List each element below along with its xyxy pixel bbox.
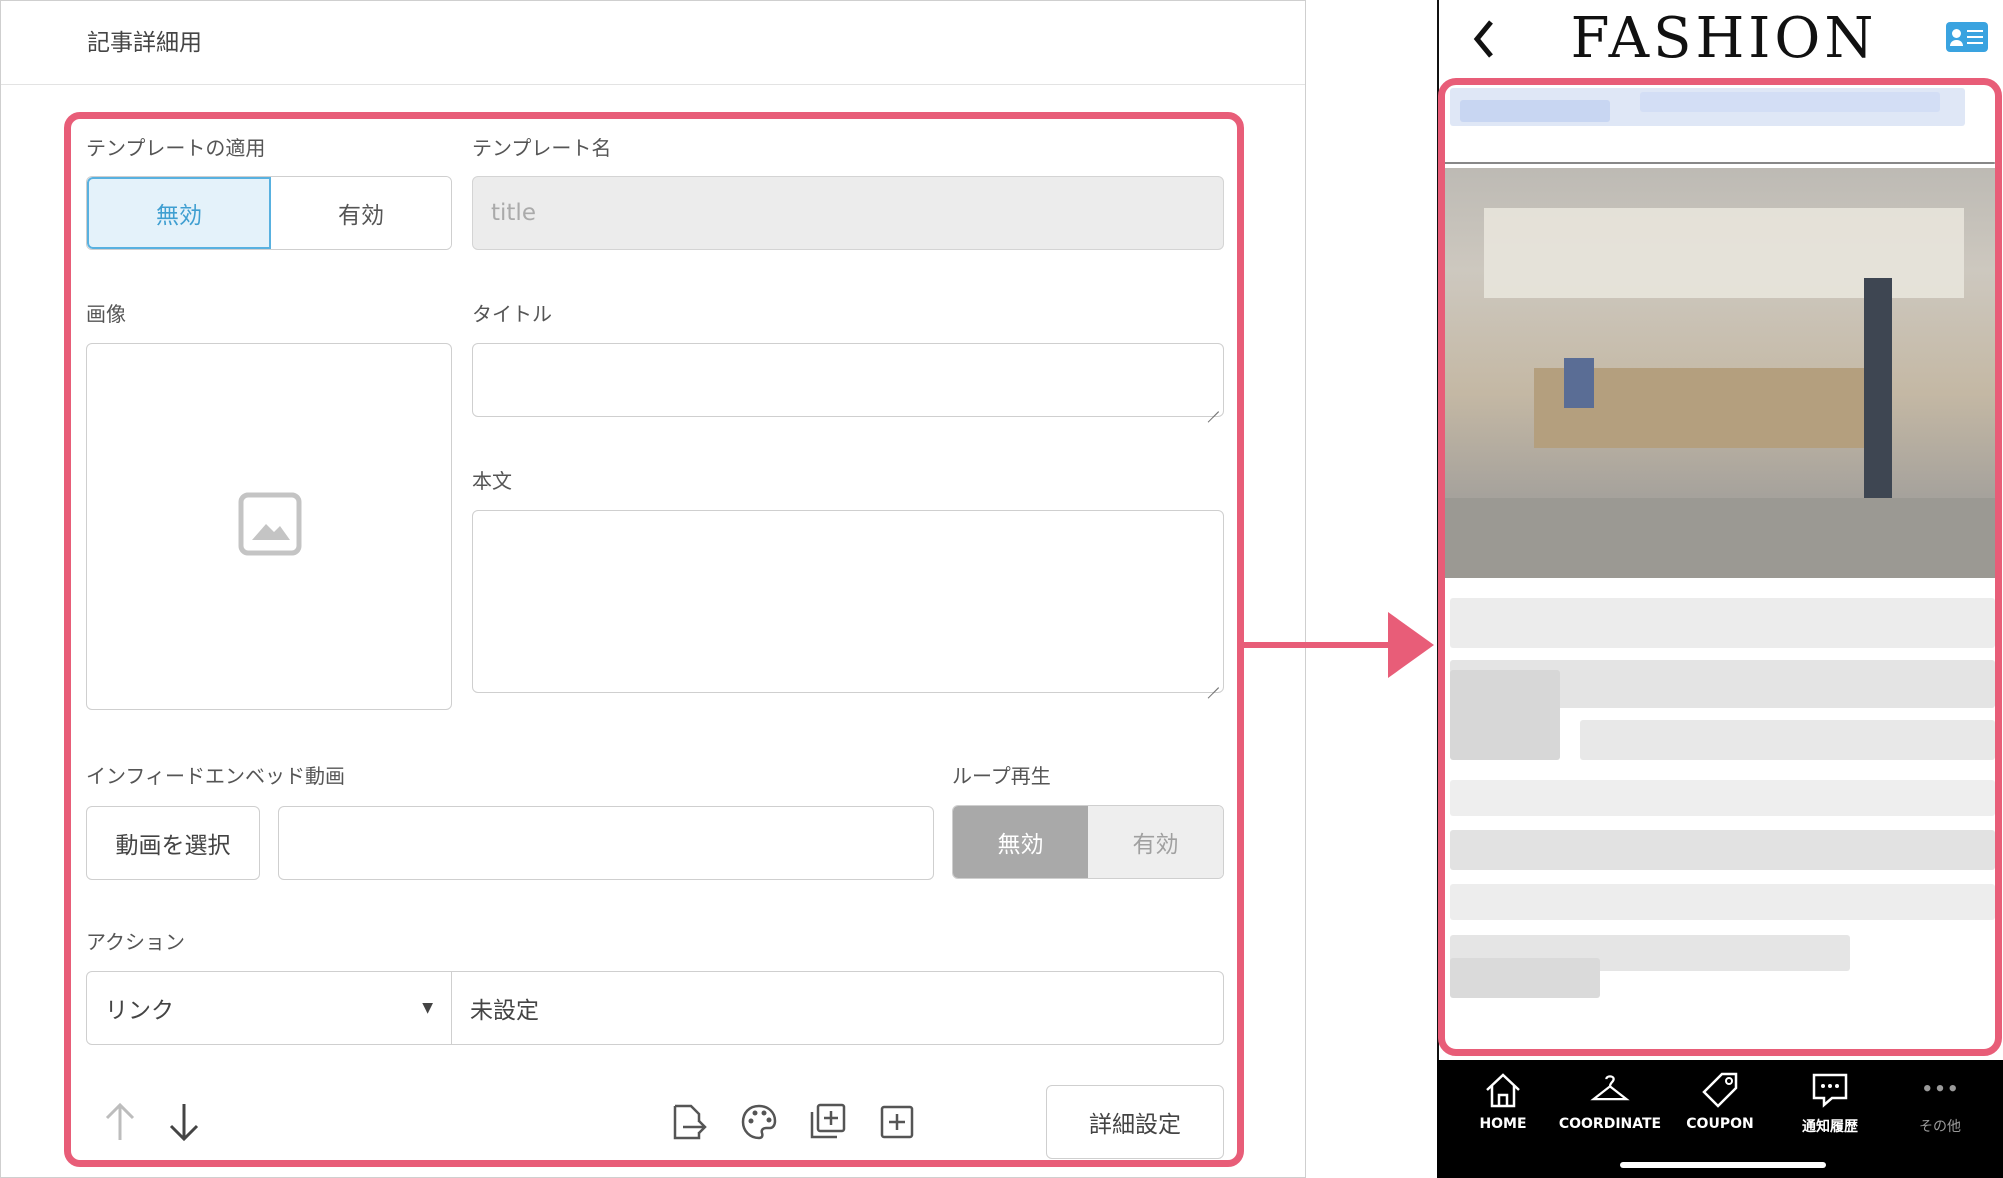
- action-field: リンク ▼ 未設定: [86, 971, 1224, 1045]
- editor-title: 記事詳細用: [87, 30, 202, 56]
- brand-logo: FASHION: [1570, 6, 1878, 71]
- loop-toggle: 無効 有効: [952, 805, 1224, 879]
- select-video-button[interactable]: 動画を選択: [86, 806, 260, 880]
- duplicate-icon[interactable]: [807, 1102, 847, 1142]
- template-apply-toggle: 無効 有効: [86, 176, 452, 250]
- action-type-value: リンク: [105, 998, 174, 1024]
- tab-coupon[interactable]: COUPON: [1665, 1070, 1775, 1150]
- home-indicator: [1620, 1162, 1826, 1168]
- preview-arrow-line: [1244, 642, 1392, 648]
- arrow-up-icon[interactable]: [100, 1102, 140, 1142]
- bottom-tab-bar: HOME COORDINATE COUPON 通知履歴 その他: [1437, 1060, 2003, 1178]
- template-name-input[interactable]: title: [472, 176, 1224, 250]
- template-apply-on-option[interactable]: 有効: [271, 177, 451, 249]
- template-name-label: テンプレート名: [472, 136, 612, 160]
- title-resize-handle[interactable]: [1207, 400, 1219, 412]
- video-label: インフィードエンベッド動画: [86, 764, 345, 788]
- tab-more[interactable]: その他: [1885, 1070, 1995, 1150]
- template-apply-label: テンプレートの適用: [86, 136, 266, 160]
- body-label: 本文: [472, 469, 512, 493]
- body-textarea[interactable]: [472, 510, 1224, 693]
- loop-label: ループ再生: [952, 764, 1051, 788]
- tab-more-label: その他: [1919, 1119, 1961, 1135]
- hanger-icon: [1590, 1070, 1630, 1110]
- tab-notification-history-label: 通知履歴: [1802, 1119, 1858, 1135]
- video-url-input[interactable]: [278, 806, 934, 880]
- detail-settings-button[interactable]: 詳細設定: [1046, 1085, 1224, 1159]
- phone-header: FASHION: [1439, 0, 2003, 80]
- action-value[interactable]: 未設定: [470, 991, 539, 1025]
- arrow-down-icon[interactable]: [164, 1102, 204, 1142]
- palette-icon[interactable]: [739, 1102, 779, 1142]
- tab-coordinate[interactable]: COORDINATE: [1555, 1070, 1665, 1150]
- loop-off-option[interactable]: 無効: [953, 806, 1088, 878]
- caret-down-icon: ▼: [422, 1000, 433, 1016]
- member-card-icon[interactable]: [1946, 22, 1988, 52]
- tab-coupon-label: COUPON: [1686, 1116, 1754, 1132]
- chevron-left-icon[interactable]: [1469, 16, 1499, 72]
- image-label: 画像: [86, 302, 126, 326]
- loop-on-option[interactable]: 有効: [1088, 806, 1223, 878]
- tab-notification-history[interactable]: 通知履歴: [1775, 1070, 1885, 1150]
- image-placeholder-icon: [238, 492, 302, 556]
- image-upload-area[interactable]: [86, 343, 452, 710]
- export-icon[interactable]: [669, 1102, 709, 1142]
- body-resize-handle[interactable]: [1207, 676, 1219, 688]
- arrow-right-icon: [1388, 612, 1434, 678]
- tab-home[interactable]: HOME: [1448, 1070, 1558, 1150]
- more-icon: [1920, 1070, 1960, 1110]
- action-label: アクション: [86, 930, 185, 954]
- editor-header: 記事詳細用: [1, 1, 1305, 85]
- add-icon[interactable]: [877, 1102, 917, 1142]
- message-icon: [1810, 1070, 1850, 1110]
- title-label: タイトル: [472, 302, 552, 326]
- tag-icon: [1700, 1070, 1740, 1110]
- tab-coordinate-label: COORDINATE: [1558, 1116, 1662, 1132]
- action-type-select[interactable]: リンク ▼: [87, 972, 452, 1044]
- tab-home-label: HOME: [1479, 1116, 1527, 1132]
- title-textarea[interactable]: [472, 343, 1224, 417]
- template-name-placeholder: title: [491, 200, 536, 226]
- home-icon: [1483, 1070, 1523, 1110]
- preview-highlight-frame: [1438, 78, 2002, 1056]
- template-apply-off-option[interactable]: 無効: [87, 177, 271, 249]
